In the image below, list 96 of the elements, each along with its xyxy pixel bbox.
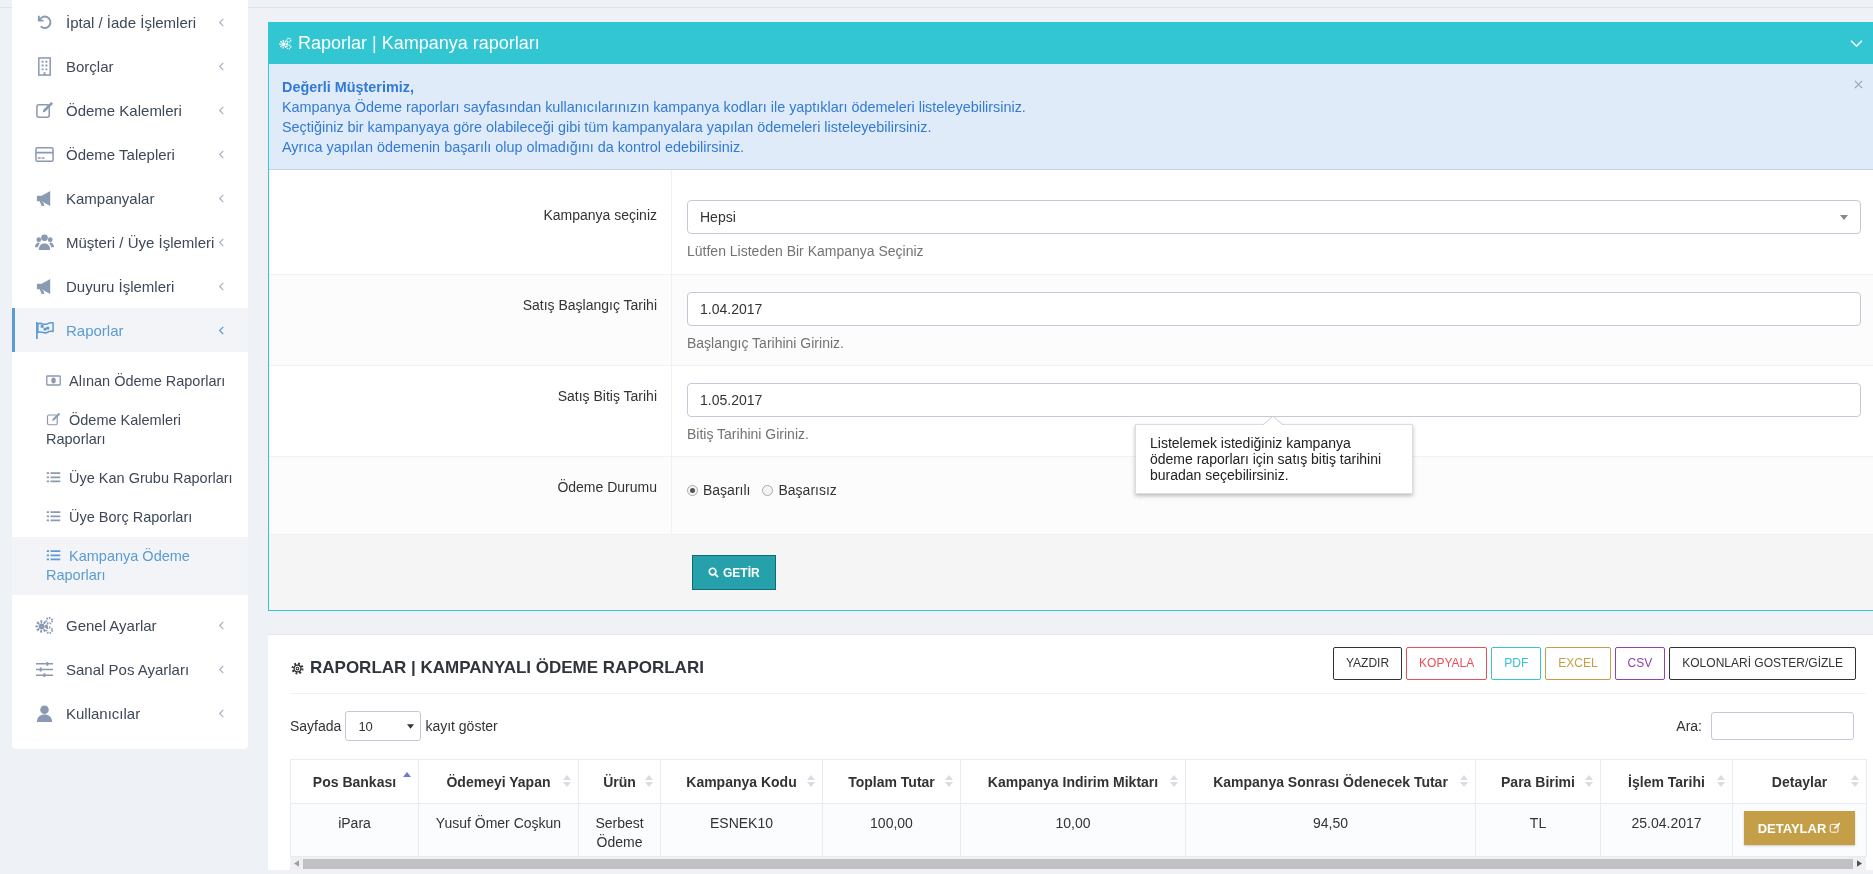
- horizontal-scrollbar[interactable]: [290, 857, 1866, 870]
- sidebar-item[interactable]: Kullanıcılar: [12, 691, 248, 735]
- sidebar-item[interactable]: Ödeme Kalemleri: [12, 88, 248, 132]
- notice-text: Seçtiğiniz bir kampanyaya göre olabileceği gibi tüm kampanyalara yapılan ödemeleri listeleyebilirsiniz.: [282, 118, 933, 137]
- sidebar-item[interactable]: Ödeme Talepleri: [12, 132, 248, 176]
- chevron-left-icon: [217, 105, 226, 115]
- field-label: Ödeme Durumu: [269, 457, 672, 534]
- radio-option[interactable]: Başarısız: [762, 482, 837, 498]
- chevron-left-icon: [217, 237, 226, 247]
- search-label: Ara:: [1676, 718, 1702, 734]
- column-header[interactable]: Toplam Tutar: [822, 759, 961, 804]
- help-text: Lütfen Listeden Bir Kampanya Seçiniz: [687, 243, 924, 259]
- credit-card-icon: [35, 144, 54, 164]
- chevron-left-icon: [217, 61, 226, 71]
- radio-option[interactable]: Başarılı: [687, 482, 751, 498]
- export-button[interactable]: KOLONLARİ GOSTER/GİZLE: [1669, 646, 1856, 680]
- help-text: Başlangıç Tarihini Giriniz.: [687, 335, 844, 351]
- sidebar-item[interactable]: Sanal Pos Ayarları: [12, 647, 248, 691]
- page-size-label: Sayfada: [290, 718, 342, 734]
- column-header[interactable]: İşlem Tarihi: [1600, 759, 1733, 804]
- settings-icon: [290, 660, 305, 676]
- date-field[interactable]: 1.04.2017: [687, 292, 1861, 326]
- caret-down-icon: [1840, 214, 1848, 220]
- chevron-left-icon: [217, 708, 226, 718]
- chevron-left-icon: [217, 193, 226, 203]
- list-icon: [46, 470, 61, 485]
- select-field[interactable]: Hepsi: [687, 200, 1861, 234]
- column-header[interactable]: Detaylar: [1732, 759, 1867, 804]
- chevron-left-icon: [217, 664, 226, 674]
- tooltip: Listelemek istediğiniz kampanya ödeme raporları için satış bitiş tarihini buradan seçebilirsiniz.: [1135, 416, 1413, 494]
- table-cell: Yusuf Ömer Coşkun: [418, 803, 579, 857]
- sidebar-item[interactable]: İptal / İade İşlemleri: [12, 0, 248, 44]
- table-cell: 94,50: [1185, 803, 1476, 857]
- column-header[interactable]: Kampanya Kodu: [660, 759, 823, 804]
- help-text: Bitiş Tarihini Giriniz.: [687, 426, 809, 442]
- chevron-left-icon: [217, 17, 226, 27]
- tooltip-pointer-icon: [1263, 416, 1283, 425]
- table-cell: iPara: [290, 803, 419, 857]
- table-cell: 100,00: [822, 803, 961, 857]
- table-cell: TL: [1475, 803, 1601, 857]
- notice-text: Ayrıca yapılan ödemenin başarılı olup olmadığını da kontrol edebilirsiniz.: [282, 138, 746, 157]
- page-size-label: kayıt göster: [425, 718, 498, 734]
- column-header[interactable]: Pos Bankası: [290, 759, 419, 804]
- sidebar-item[interactable]: Genel Ayarlar: [12, 603, 248, 647]
- gears-icon: [35, 615, 54, 635]
- column-header[interactable]: Kampanya Sonrası Ödenecek Tutar: [1185, 759, 1476, 804]
- sidebar-subitem[interactable]: Ödeme Kalemleri Raporları: [12, 401, 248, 459]
- field-label: Satış Başlangıç Tarihi: [269, 275, 672, 365]
- chevron-left-icon: [217, 149, 226, 159]
- sidebar-item[interactable]: Kampanyalar: [12, 176, 248, 220]
- sidebar-subitem[interactable]: Üye Borç Raporları: [12, 498, 248, 537]
- gears-icon: [279, 37, 292, 50]
- notice-text: Kampanya Ödeme raporları sayfasından kullanıcılarınızın kampanya kodları ile yaptıkları ödemeleri listeleyebilirsiniz.: [282, 98, 1027, 117]
- sidebar-subitem[interactable]: Alınan Ödeme Raporları: [12, 362, 248, 401]
- chevron-down-icon: [1850, 39, 1863, 48]
- sidebar-item[interactable]: Borçlar: [12, 44, 248, 88]
- column-header[interactable]: Ürün: [578, 759, 661, 804]
- search-field[interactable]: [1711, 712, 1854, 740]
- edit-icon: [35, 100, 54, 120]
- chevron-left-icon: [217, 620, 226, 630]
- export-button[interactable]: CSV: [1614, 646, 1666, 680]
- field-label: Kampanya seçiniz: [269, 170, 672, 274]
- scroll-left-icon[interactable]: [294, 860, 299, 867]
- page-size-select[interactable]: 10: [345, 711, 422, 741]
- table-cell: 10,00: [960, 803, 1186, 857]
- list-icon: [46, 548, 61, 563]
- close-icon: [1854, 80, 1863, 89]
- scroll-right-icon[interactable]: [1857, 860, 1862, 867]
- banknote-icon: [46, 373, 61, 388]
- search-icon: [708, 567, 719, 578]
- table-cell: 25.04.2017: [1600, 803, 1733, 857]
- user-icon: [35, 703, 54, 723]
- sidebar-item[interactable]: Müşteri / Üye İşlemleri: [12, 220, 248, 264]
- chevron-left-icon: [217, 325, 226, 335]
- users-icon: [35, 232, 54, 252]
- flag-icon: [35, 320, 54, 340]
- building-icon: [35, 56, 54, 76]
- export-button[interactable]: YAZDIR: [1332, 646, 1403, 680]
- list-icon: [46, 509, 61, 524]
- sidebar-subitem[interactable]: Üye Kan Grubu Raporları: [12, 459, 248, 498]
- column-header[interactable]: Para Birimi: [1475, 759, 1601, 804]
- column-header[interactable]: Ödemeyi Yapan: [418, 759, 579, 804]
- table-cell: Serbest Ödeme: [578, 803, 661, 857]
- column-header[interactable]: Kampanya Indirim Miktarı: [960, 759, 1186, 804]
- table-cell: ESNEK10: [660, 803, 823, 857]
- field-label: Satış Bitiş Tarihi: [269, 366, 672, 456]
- sliders-icon: [35, 659, 54, 679]
- caret-down-icon: [407, 723, 415, 729]
- panel-title: RAPORLAR | KAMPANYALI ÖDEME RAPORLARI: [310, 658, 704, 678]
- export-button[interactable]: KOPYALA: [1406, 646, 1488, 680]
- panel-title: Raporlar | Kampanya raporları: [298, 33, 541, 54]
- edit-icon: [46, 412, 61, 427]
- sidebar-item[interactable]: Duyuru İşlemleri: [12, 264, 248, 308]
- edit-icon: [1829, 822, 1842, 834]
- notice-heading: Değerli Müşterimiz,: [282, 78, 415, 97]
- chevron-left-icon: [217, 281, 226, 291]
